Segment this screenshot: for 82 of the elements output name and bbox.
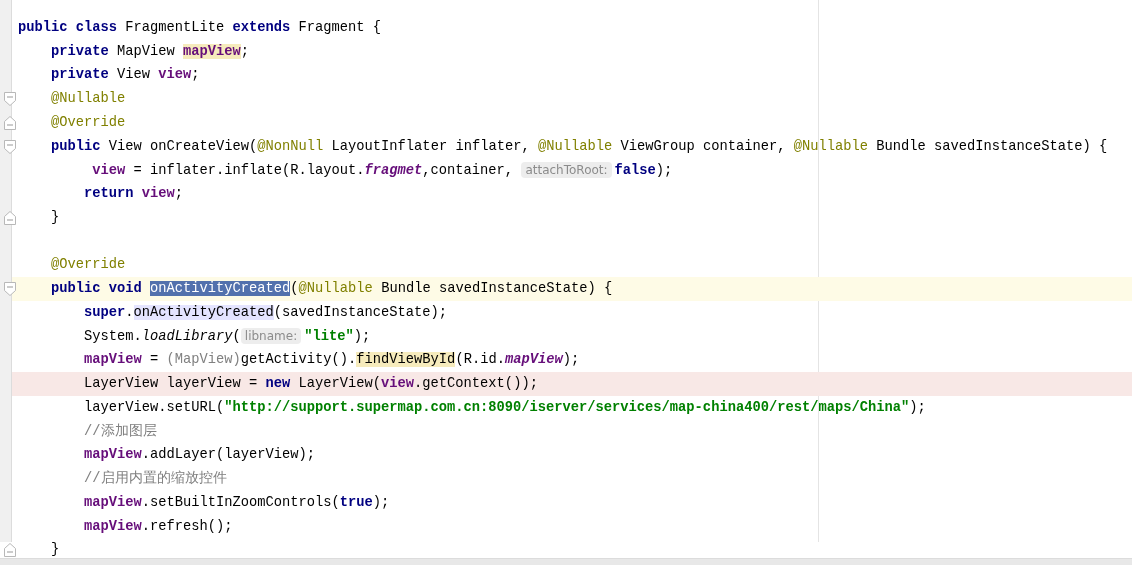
field-name: view [158, 67, 192, 83]
annotation: @Override [51, 257, 126, 273]
code-text: ,container, [422, 162, 515, 178]
horizontal-scrollbar[interactable] [0, 558, 1132, 565]
fold-end-icon[interactable] [4, 115, 16, 130]
parameter-hint: attachToRoot: [521, 161, 612, 178]
method-name: loadLibrary [141, 329, 233, 345]
code-text: ); [372, 494, 390, 510]
code-text: Bundle savedInstanceState) { [876, 138, 1108, 154]
field-name: view [92, 162, 126, 178]
selected-text: onActivityCreated [150, 281, 291, 297]
keyword: public [51, 138, 101, 154]
code-text: ( [290, 281, 299, 297]
static-field: mapView [504, 352, 563, 368]
code-text: ); [909, 399, 926, 415]
code-text: ; [191, 67, 200, 83]
keyword: true [339, 494, 373, 510]
code-text: .setBuiltInZoomControls( [141, 494, 340, 510]
annotation: @Nullable [51, 91, 126, 107]
string-literal: "lite" [304, 329, 354, 345]
keyword: private [51, 67, 109, 83]
highlighted-usage: findViewById [356, 352, 456, 368]
keyword: private [51, 43, 109, 59]
collapse-icon[interactable] [4, 139, 16, 154]
code-text: Bundle savedInstanceState) { [381, 281, 613, 297]
annotation: @NonNull [257, 138, 324, 154]
type-cast: (MapView) [166, 352, 241, 368]
keyword: false [614, 162, 656, 178]
code-text: (savedInstanceState); [273, 304, 448, 320]
code-text: } [51, 209, 60, 225]
parameter-hint: libname: [240, 328, 302, 345]
fold-end-icon[interactable] [4, 543, 16, 558]
code-text: = [150, 352, 160, 368]
code-text: (R.id. [455, 352, 505, 368]
code-text: LayerView layerView = [84, 376, 259, 392]
field-name: mapView [84, 352, 142, 368]
annotation: @Nullable [298, 281, 373, 297]
keyword: extends [232, 19, 291, 35]
code-text: ( [232, 329, 241, 345]
field-name: mapView [84, 447, 142, 463]
code-text: LayerView( [298, 376, 382, 392]
code-text: = inflater.inflate(R.layout. [133, 162, 365, 178]
field-name: view [141, 186, 175, 202]
code-text: LayoutInflater inflater, [331, 138, 531, 154]
string-literal: "http://support.supermap.com.cn:8090/iserver/services/map-china400/rest/maps/China" [224, 399, 910, 415]
code-text: .addLayer(layerView); [141, 447, 316, 463]
code-text: MapView [117, 43, 176, 59]
field-name: mapView [84, 494, 142, 510]
keyword: public class [18, 19, 118, 35]
annotation: @Override [51, 114, 126, 130]
collapse-icon[interactable] [4, 92, 16, 107]
code-text: layerView.setURL( [84, 399, 225, 415]
highlighted-usage: mapView [183, 43, 241, 59]
keyword: public void [51, 281, 143, 297]
code-text: ; [174, 186, 184, 202]
code-text: View onCreateView( [108, 138, 258, 154]
code-comment: //启用内置的缩放控件 [84, 471, 227, 487]
keyword: super [84, 304, 126, 320]
code-text: getActivity(). [240, 352, 357, 368]
annotation: @Nullable [793, 138, 868, 154]
code-text: FragmentLite [125, 19, 226, 35]
keyword: return [84, 186, 135, 202]
highlighted-identifier: onActivityCreated [133, 304, 274, 320]
code-text: } [51, 542, 60, 558]
keyword: new [265, 376, 291, 392]
code-text: . [125, 304, 134, 320]
code-text: ; [240, 43, 250, 59]
code-comment: //添加图层 [84, 423, 157, 439]
code-text: Fragment { [298, 19, 382, 35]
code-text: .refresh(); [141, 518, 233, 534]
collapse-icon[interactable] [4, 282, 16, 297]
code-text: ViewGroup container, [620, 138, 787, 154]
code-text: .getContext()); [414, 376, 538, 392]
field-name: mapView [84, 518, 142, 534]
code-text: ); [353, 329, 371, 345]
code-text: System. [84, 329, 142, 345]
field-name: view [381, 376, 415, 392]
static-field: fragmet [364, 162, 423, 178]
fold-end-icon[interactable] [4, 210, 16, 225]
code-text: ); [655, 162, 673, 178]
code-text: View [117, 67, 152, 83]
annotation: @Nullable [537, 138, 613, 154]
